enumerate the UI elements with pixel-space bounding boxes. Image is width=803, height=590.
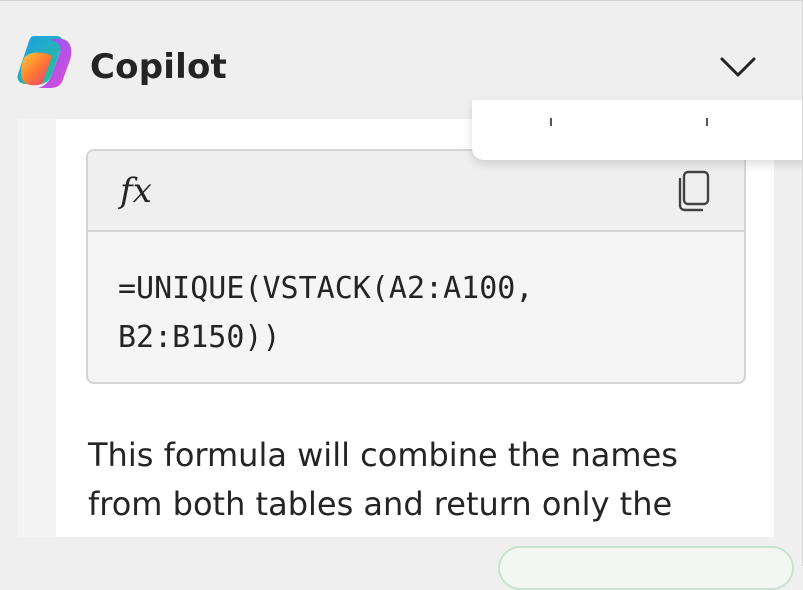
popup-fragment <box>472 100 803 160</box>
copy-button[interactable] <box>674 169 714 213</box>
formula-code-block: fx =UNIQUE(VSTACK(A2:A100, B2:B150)) <box>86 149 746 384</box>
suggestion-chip[interactable] <box>498 546 794 590</box>
copilot-response-card: fx =UNIQUE(VSTACK(A2:A100, B2:B150)) Thi… <box>56 119 774 537</box>
response-text: This formula will combine the names from… <box>88 436 678 523</box>
formula-text: =UNIQUE(VSTACK(A2:A100, B2:B150)) <box>118 271 534 355</box>
collapse-button[interactable] <box>712 47 764 87</box>
chevron-down-icon <box>720 57 756 77</box>
fx-icon: fx <box>120 171 152 211</box>
chat-panel[interactable]: fx =UNIQUE(VSTACK(A2:A100, B2:B150)) Thi… <box>18 119 774 537</box>
app-title: Copilot <box>90 47 227 87</box>
copilot-logo-icon <box>17 36 72 88</box>
copy-icon <box>678 170 710 212</box>
code-block-header: fx <box>88 151 744 232</box>
